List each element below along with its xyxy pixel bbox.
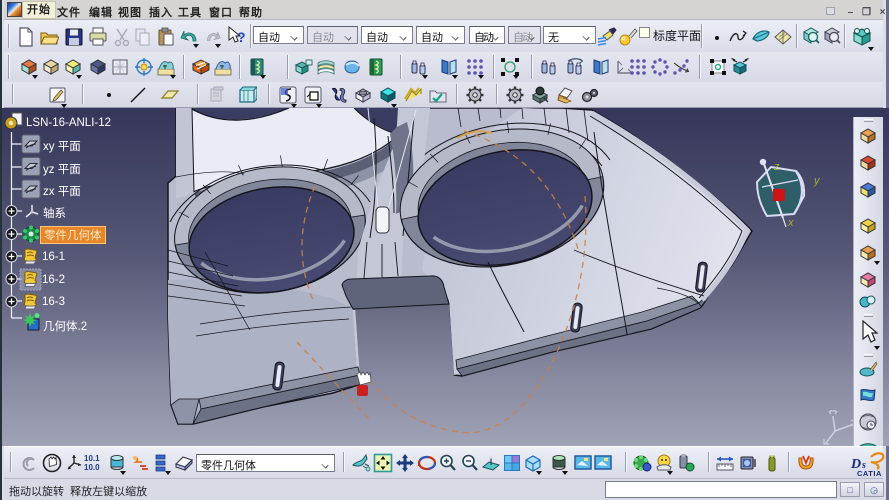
svg-text:CATIA: CATIA bbox=[857, 469, 882, 477]
svg-text:z: z bbox=[773, 161, 780, 173]
svg-text:x: x bbox=[787, 217, 794, 229]
svg-text:?: ? bbox=[237, 29, 246, 45]
